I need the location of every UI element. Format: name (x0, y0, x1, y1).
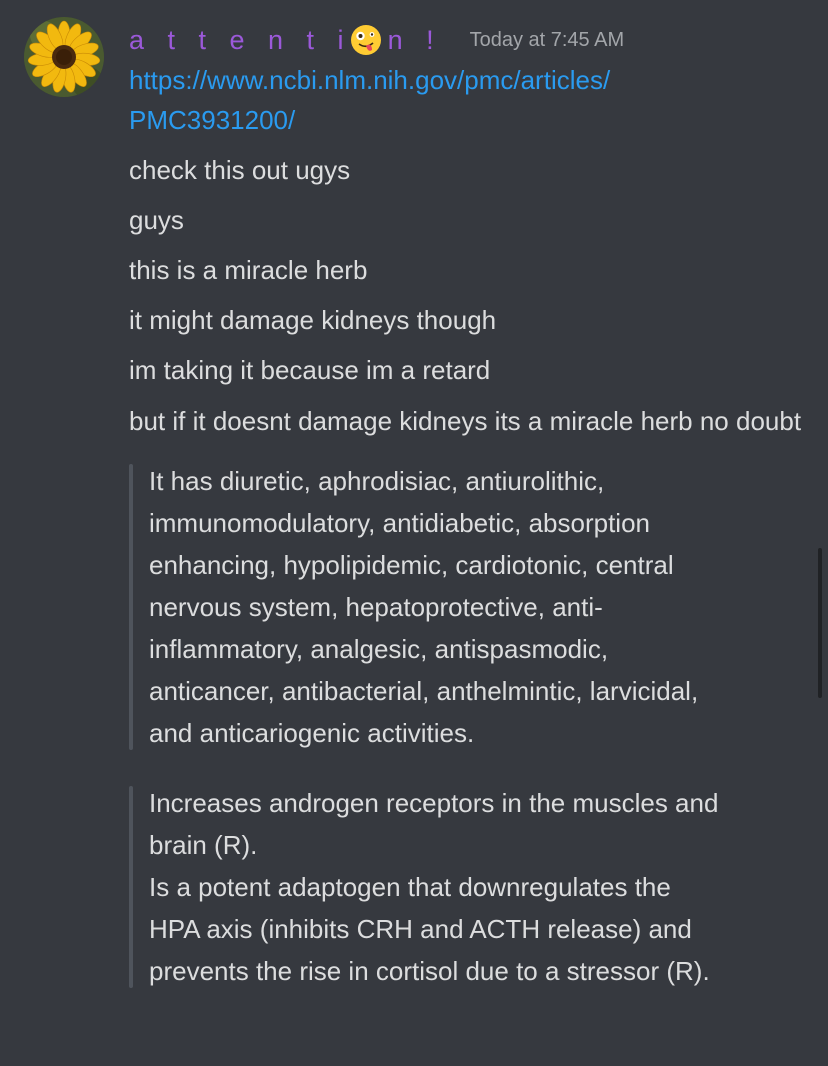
message-line: but if it doesnt damage kidneys its a mi… (129, 406, 802, 436)
chat-message: a t t e n t i n ! Today at 7:45 AM https… (0, 0, 828, 1066)
quote-line: HPA axis (inhibits CRH and ACTH release)… (149, 914, 692, 944)
zany-face-emoji-icon (350, 24, 382, 56)
blockquote-1: It has diuretic, aphrodisiac, antiurolit… (129, 460, 809, 754)
timestamp: Today at 7:45 AM (469, 28, 625, 51)
quote-line: anticancer, antibacterial, anthelmintic,… (149, 676, 699, 706)
message-header: a t t e n t i n ! Today at 7:45 AM (129, 22, 624, 58)
quote-line: Increases androgen receptors in the musc… (149, 788, 719, 818)
message-line: check this out ugys (129, 155, 351, 185)
quote-line: It has diuretic, aphrodisiac, antiurolit… (149, 466, 605, 496)
quote-line: immunomodulatory, antidiabetic, absorpti… (149, 508, 651, 538)
quote-line: inflammatory, analgesic, antispasmodic, (149, 634, 609, 664)
article-link[interactable]: https://www.ncbi.nlm.nih.gov/pmc/article… (129, 60, 809, 140)
quote-line: brain (R). (149, 830, 258, 860)
quote-line: nervous system, hepatoprotective, anti- (149, 592, 603, 622)
sunflower-avatar-image (24, 17, 104, 97)
article-link-line-1: https://www.ncbi.nlm.nih.gov/pmc/article… (129, 65, 611, 95)
blockquote-2: Increases androgen receptors in the musc… (129, 782, 809, 992)
username[interactable]: a t t e n t i n ! (129, 24, 442, 56)
message-line: it might damage kidneys though (129, 305, 497, 335)
avatar[interactable] (24, 17, 104, 97)
username-part-2: n ! (387, 24, 442, 55)
message-line: guys (129, 205, 184, 235)
scrollbar-thumb[interactable] (818, 548, 822, 698)
article-link-line-2: PMC3931200/ (129, 105, 296, 135)
message-content: https://www.ncbi.nlm.nih.gov/pmc/article… (129, 60, 809, 992)
quote-line: Is a potent adaptogen that downregulates… (149, 872, 671, 902)
message-line: this is a miracle herb (129, 255, 368, 285)
username-part-1: a t t e n t i (129, 24, 352, 55)
quote-line: prevents the rise in cortisol due to a s… (149, 956, 710, 986)
quote-line: and anticariogenic activities. (149, 718, 475, 748)
message-line: im taking it because im a retard (129, 355, 491, 385)
quote-line: enhancing, hypolipidemic, cardiotonic, c… (149, 550, 674, 580)
